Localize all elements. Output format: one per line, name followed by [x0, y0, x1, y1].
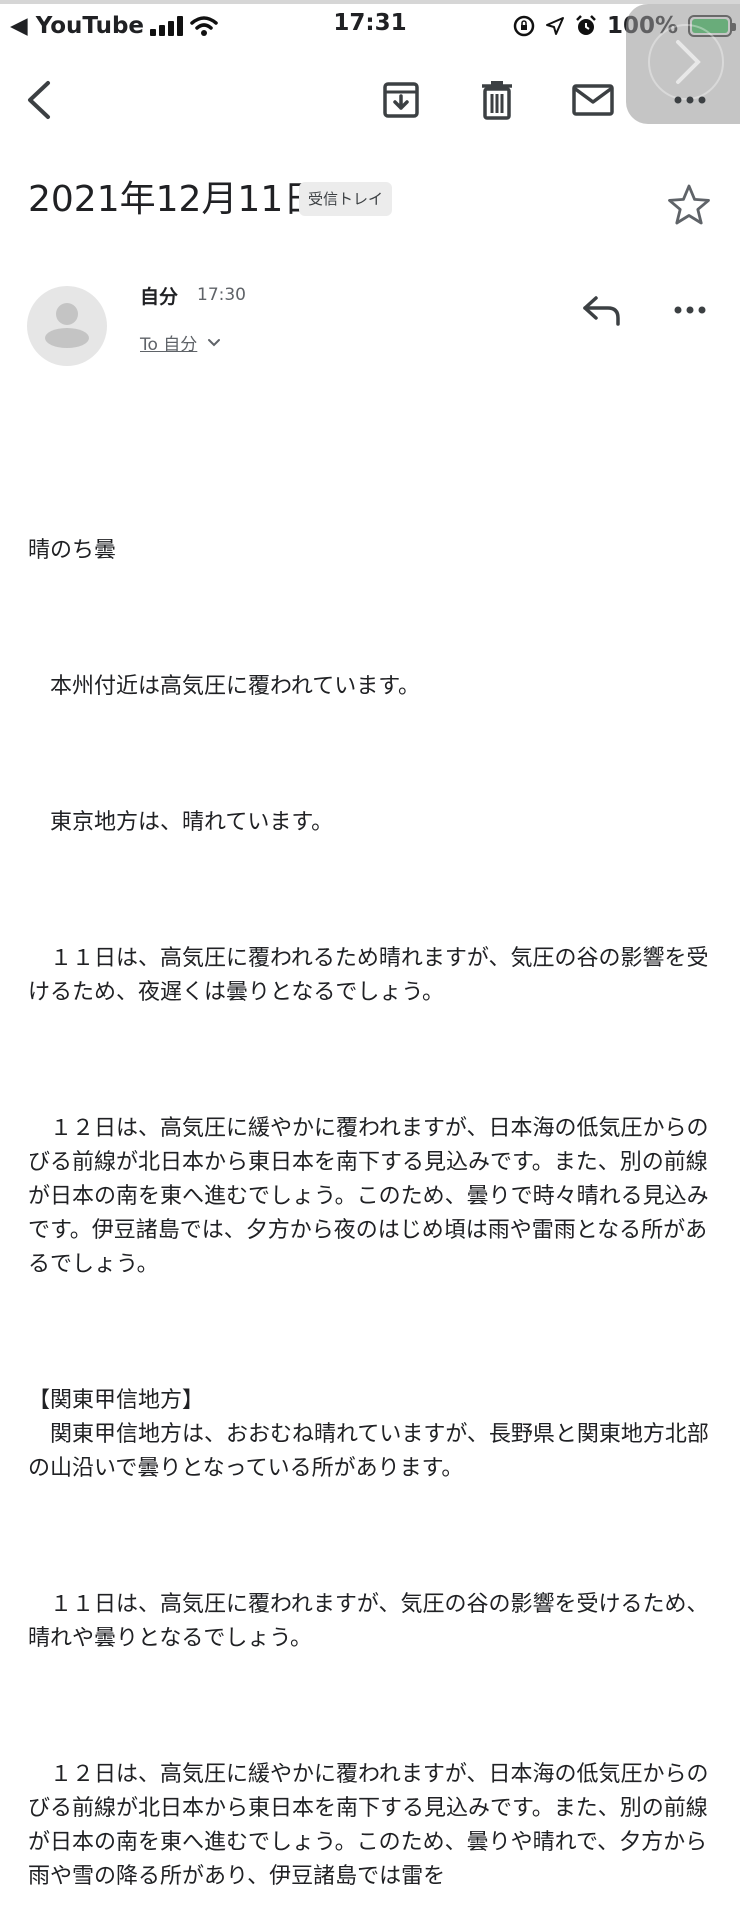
body-paragraph: 【関東甲信地方】 関東甲信地方は、おおむね晴れていますが、長野県と関東地方北部の… — [28, 1388, 709, 1481]
more-icon — [674, 96, 706, 104]
person-icon — [45, 303, 89, 348]
delete-icon — [482, 81, 512, 120]
back-arrow-icon — [28, 81, 50, 119]
email-body: 晴のち曇 本州付近は高気圧に覆われています。 東京地方は、晴れています。 １１日… — [28, 466, 718, 1928]
recipients-label[interactable]: To 自分 — [140, 330, 197, 355]
more-icon — [674, 306, 706, 314]
archive-icon — [383, 82, 419, 118]
recipients-toggle[interactable]: To 自分 — [140, 330, 221, 355]
inbox-label-chip[interactable]: 受信トレイ — [299, 182, 393, 216]
body-paragraph: １１日は、高気圧に覆われますが、気圧の谷の影響を受けるため、晴れや曇りとなるでし… — [28, 1592, 709, 1651]
star-button[interactable] — [666, 182, 712, 228]
back-button[interactable] — [10, 70, 70, 130]
mail-toolbar — [0, 60, 740, 140]
sender-name: 自分 — [140, 286, 179, 308]
email-subject: 2021年12月11日 — [28, 179, 320, 220]
message-more-button[interactable] — [666, 290, 714, 330]
sent-time: 17:30 — [197, 285, 246, 305]
archive-button[interactable] — [371, 70, 431, 130]
body-paragraph: １１日は、高気圧に覆われるため晴れますが、気圧の谷の影響を受けるため、夜遅くは曇… — [28, 946, 709, 1005]
body-paragraph: 本州付近は高気圧に覆われています。 — [28, 674, 421, 699]
body-paragraph: １２日は、高気圧に緩やかに覆われますが、日本海の低気圧からのびる前線が北日本から… — [28, 1762, 709, 1889]
chevron-down-icon — [208, 338, 221, 346]
location-icon — [545, 17, 564, 35]
body-paragraph: １２日は、高気圧に緩やかに覆われますが、日本海の低気圧からのびる前線が北日本から… — [28, 1116, 709, 1277]
reply-icon — [583, 296, 620, 326]
mark-unread-icon — [572, 84, 614, 116]
reply-button[interactable] — [578, 286, 626, 334]
rotation-lock-icon — [513, 15, 535, 37]
delete-button[interactable] — [467, 70, 527, 130]
more-options-button[interactable] — [660, 70, 720, 130]
body-paragraph: 東京地方は、晴れています。 — [28, 810, 334, 835]
mark-unread-button[interactable] — [563, 70, 623, 130]
body-paragraph: 晴のち曇 — [28, 538, 117, 563]
avatar[interactable] — [27, 286, 107, 366]
star-icon — [668, 184, 710, 225]
alarm-icon — [576, 15, 596, 35]
